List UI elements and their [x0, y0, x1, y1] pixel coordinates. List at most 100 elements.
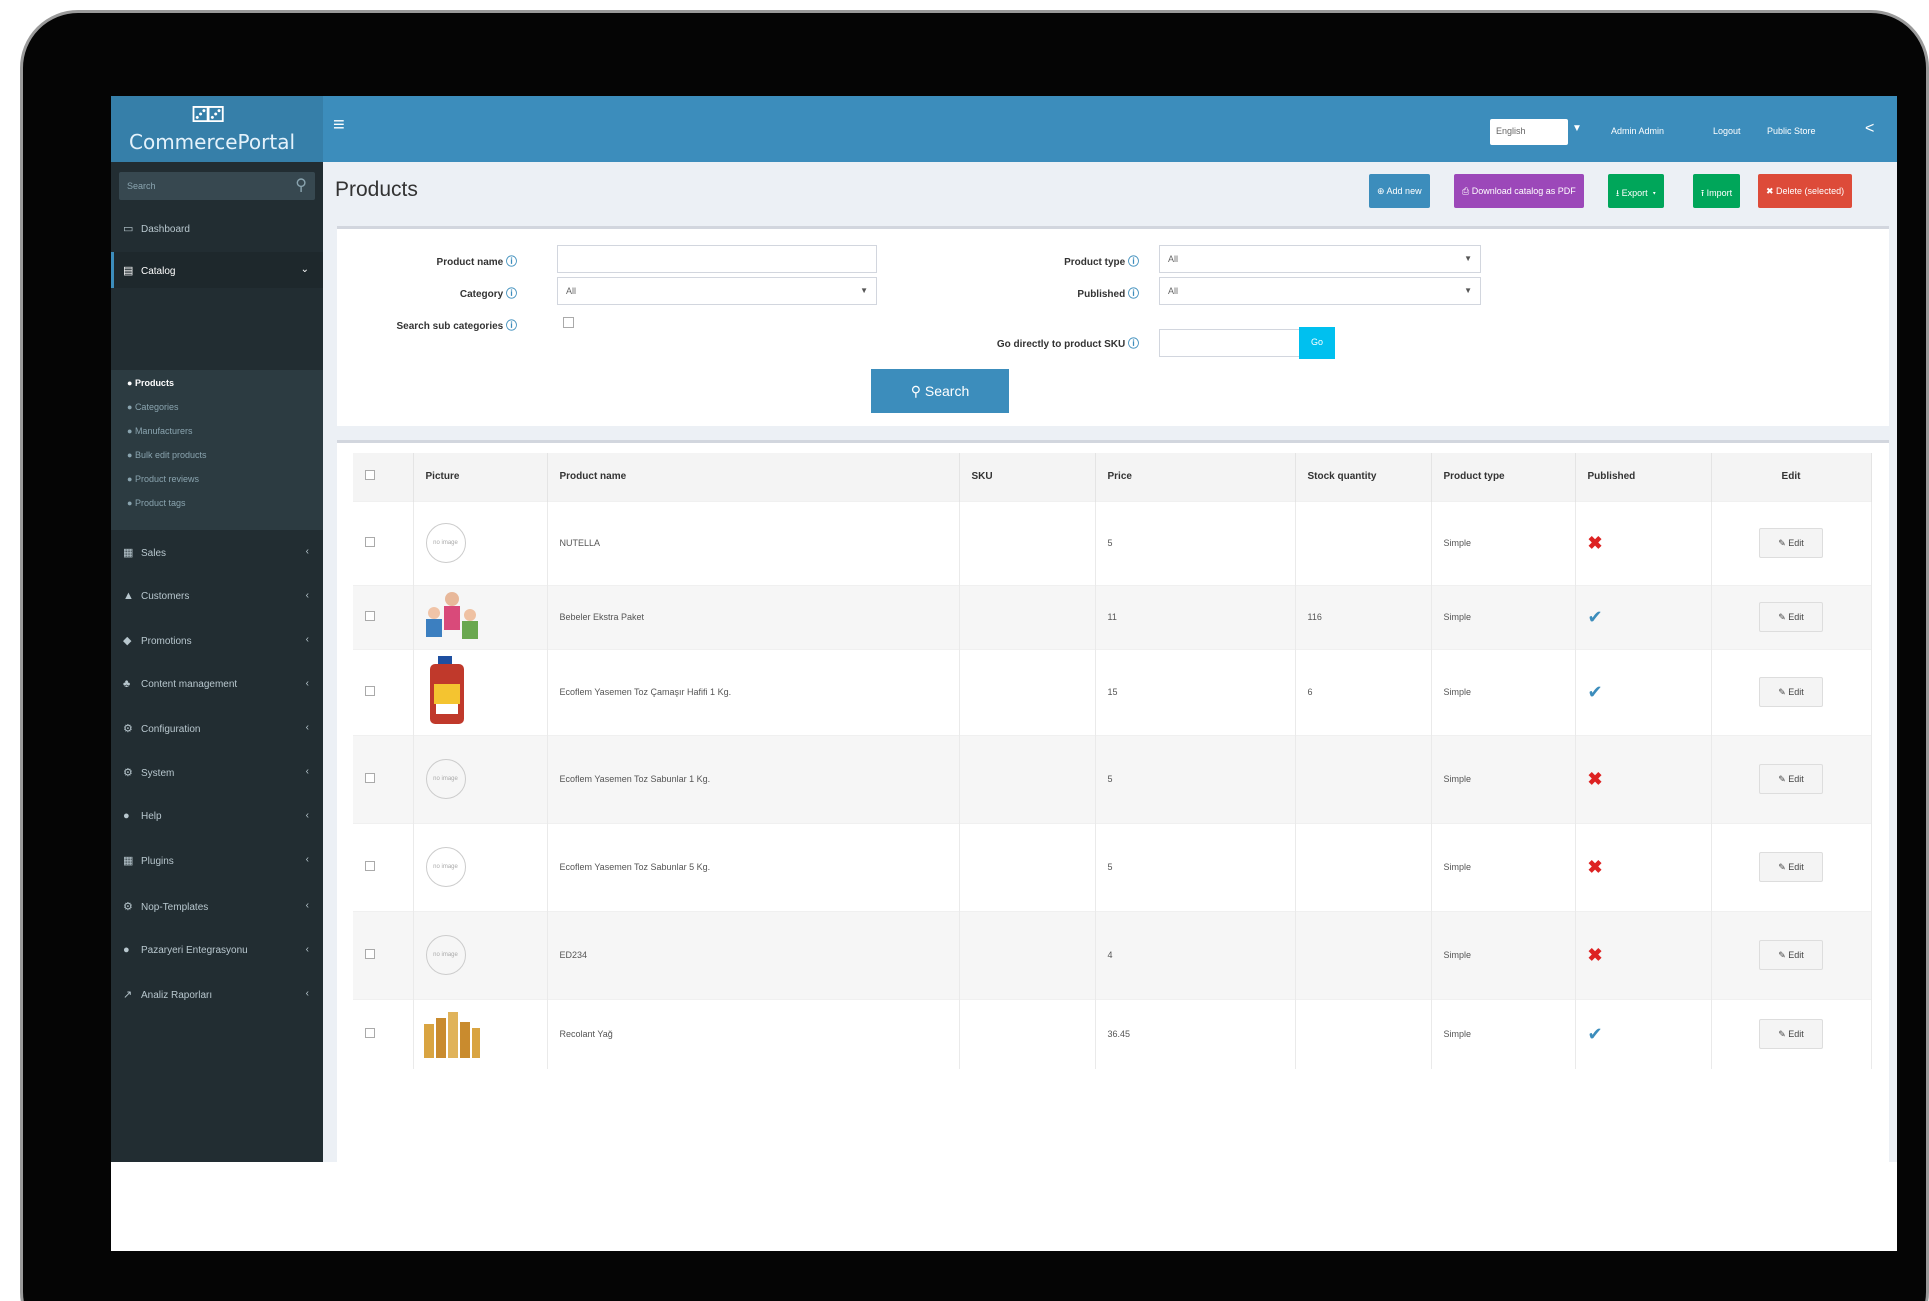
- table-row: Recolant Yağ 36.45 Simple ✔ ✎ Edit: [353, 998, 1872, 1069]
- language-select[interactable]: English: [1490, 119, 1568, 145]
- sidebar-item-label: Sales: [141, 548, 167, 559]
- published-cell: ✔: [1575, 998, 1712, 1069]
- row-checkbox[interactable]: [365, 686, 375, 696]
- sidebar-item-label: Dashboard: [141, 224, 190, 235]
- sidebar-item-promotions[interactable]: ◆ Promotions ‹: [111, 622, 323, 658]
- help-icon[interactable]: ⓘ: [1128, 338, 1139, 350]
- sidebar-item-label: Configuration: [141, 724, 201, 735]
- sku-label: Go directly to product SKU ⓘ: [959, 335, 1139, 351]
- help-icon[interactable]: ⓘ: [506, 256, 517, 268]
- submenu-label: Categories: [134, 402, 179, 412]
- sidebar-item-nop-templates[interactable]: ⚙ Nop-Templates ‹: [111, 888, 323, 924]
- row-select-cell: [353, 910, 414, 999]
- search-button[interactable]: ⚲ Search: [871, 369, 1009, 413]
- product-name-input[interactable]: [557, 245, 877, 273]
- sidebar-item-pazaryeri[interactable]: ● Pazaryeri Entegrasyonu ‹: [111, 932, 323, 968]
- sidebar-item-sales[interactable]: ▦ Sales ‹: [111, 534, 323, 570]
- category-select[interactable]: All ▼: [557, 277, 877, 305]
- help-icon[interactable]: ⓘ: [1128, 288, 1139, 300]
- share-icon[interactable]: <: [1865, 120, 1874, 138]
- row-checkbox[interactable]: [365, 949, 375, 959]
- edit-button[interactable]: ✎ Edit: [1759, 528, 1823, 558]
- export-button[interactable]: ⭳ Export ▾: [1608, 174, 1665, 208]
- edit-button[interactable]: ✎ Edit: [1759, 764, 1823, 794]
- column-header-product-name[interactable]: Product name: [547, 453, 960, 501]
- column-header-product-type[interactable]: Product type: [1431, 453, 1576, 501]
- edit-button[interactable]: ✎ Edit: [1759, 940, 1823, 970]
- sidebar-item-dashboard[interactable]: ▭ Dashboard: [111, 210, 323, 246]
- add-new-button[interactable]: ⊕ Add new: [1369, 174, 1430, 208]
- sku-cell: [959, 910, 1096, 999]
- column-header-picture[interactable]: Picture: [413, 453, 548, 501]
- row-select-cell: [353, 584, 414, 649]
- sidebar-item-customers[interactable]: ▲ Customers ‹: [111, 578, 323, 614]
- gear-icon: ⚙: [123, 901, 133, 913]
- submenu-item-product-reviews[interactable]: ● Product reviews: [127, 474, 199, 484]
- edit-button[interactable]: ✎ Edit: [1759, 1019, 1823, 1050]
- sidebar-item-analiz-raporlari[interactable]: ↗ Analiz Raporları ‹: [111, 976, 323, 1012]
- column-header-published[interactable]: Published: [1575, 453, 1712, 501]
- sku-input[interactable]: [1159, 329, 1307, 357]
- logo[interactable]: ⚂⚂ CommercePortal: [111, 96, 323, 162]
- chevron-left-icon: ‹: [305, 766, 309, 777]
- edit-button[interactable]: ✎ Edit: [1759, 602, 1823, 632]
- sku-cell: [959, 998, 1096, 1069]
- chevron-left-icon: ‹: [305, 722, 309, 733]
- delete-selected-button[interactable]: ✖ Delete (selected): [1758, 174, 1853, 208]
- row-checkbox[interactable]: [365, 537, 375, 547]
- edit-button[interactable]: ✎ Edit: [1759, 677, 1823, 707]
- product-type-cell: Simple: [1431, 734, 1576, 823]
- submenu-label: Product reviews: [134, 474, 199, 484]
- row-checkbox[interactable]: [365, 773, 375, 783]
- import-button[interactable]: ⭱ Import: [1693, 174, 1741, 208]
- row-checkbox[interactable]: [365, 861, 375, 871]
- published-select[interactable]: All ▼: [1159, 277, 1481, 305]
- edit-button[interactable]: ✎ Edit: [1759, 852, 1823, 882]
- submenu-item-manufacturers[interactable]: ● Manufacturers: [127, 426, 192, 436]
- sidebar-search-input[interactable]: Search ⚲: [119, 172, 315, 200]
- sidebar-item-catalog[interactable]: ▤ Catalog ⌄: [111, 252, 323, 288]
- column-header-price[interactable]: Price: [1095, 453, 1296, 501]
- admin-user-link[interactable]: Admin Admin: [1611, 126, 1664, 136]
- column-header-stock-quantity[interactable]: Stock quantity: [1295, 453, 1432, 501]
- sitemap-icon: ♣: [123, 678, 131, 690]
- logout-link[interactable]: Logout: [1713, 126, 1741, 136]
- go-to-sku-button[interactable]: Go: [1299, 327, 1335, 359]
- sidebar-item-plugins[interactable]: ▦ Plugins ‹: [111, 842, 323, 878]
- chevron-left-icon: ‹: [305, 944, 309, 955]
- search-icon: ⚲: [295, 177, 307, 194]
- select-all-checkbox[interactable]: [365, 470, 375, 481]
- submenu-item-bulk-edit[interactable]: ● Bulk edit products: [127, 450, 206, 460]
- price-cell: 36.45: [1095, 998, 1296, 1069]
- hamburger-menu-icon[interactable]: ≡: [333, 114, 345, 137]
- help-icon[interactable]: ⓘ: [506, 288, 517, 300]
- product-type-select[interactable]: All ▼: [1159, 245, 1481, 273]
- stock-cell: [1295, 822, 1432, 911]
- column-header-sku[interactable]: SKU: [959, 453, 1096, 501]
- help-icon[interactable]: ⓘ: [1128, 256, 1139, 268]
- public-store-link[interactable]: Public Store: [1767, 126, 1816, 136]
- picture-cell: [413, 998, 548, 1069]
- submenu-item-product-tags[interactable]: ● Product tags: [127, 498, 185, 508]
- question-icon: ●: [123, 810, 130, 822]
- download-pdf-button[interactable]: ⎙ Download catalog as PDF: [1454, 174, 1584, 208]
- monitor-icon: ▭: [123, 223, 134, 235]
- chevron-down-icon: ▼: [1464, 286, 1472, 295]
- edit-cell: ✎ Edit: [1711, 584, 1872, 649]
- sidebar-item-configuration[interactable]: ⚙ Configuration ‹: [111, 710, 323, 746]
- sidebar-item-content-management[interactable]: ♣ Content management ‹: [111, 666, 323, 702]
- search-sub-categories-checkbox[interactable]: [563, 317, 574, 328]
- submenu-item-categories[interactable]: ● Categories: [127, 402, 178, 412]
- chevron-left-icon: ‹: [305, 634, 309, 645]
- help-icon[interactable]: ⓘ: [506, 320, 517, 332]
- sidebar-item-help[interactable]: ● Help ‹: [111, 798, 323, 834]
- row-checkbox[interactable]: [365, 1028, 375, 1039]
- row-checkbox[interactable]: [365, 611, 375, 621]
- search-sub-categories-label: Search sub categories ⓘ: [337, 317, 518, 333]
- submenu-item-products[interactable]: ● Products: [127, 378, 174, 388]
- gears-icon: ⚙: [123, 723, 133, 735]
- published-check-icon: ✔: [1587, 1023, 1603, 1044]
- sidebar-item-system[interactable]: ⚙ System ‹: [111, 754, 323, 790]
- submenu-label: Manufacturers: [134, 426, 193, 436]
- product-type-value: All: [1168, 254, 1179, 264]
